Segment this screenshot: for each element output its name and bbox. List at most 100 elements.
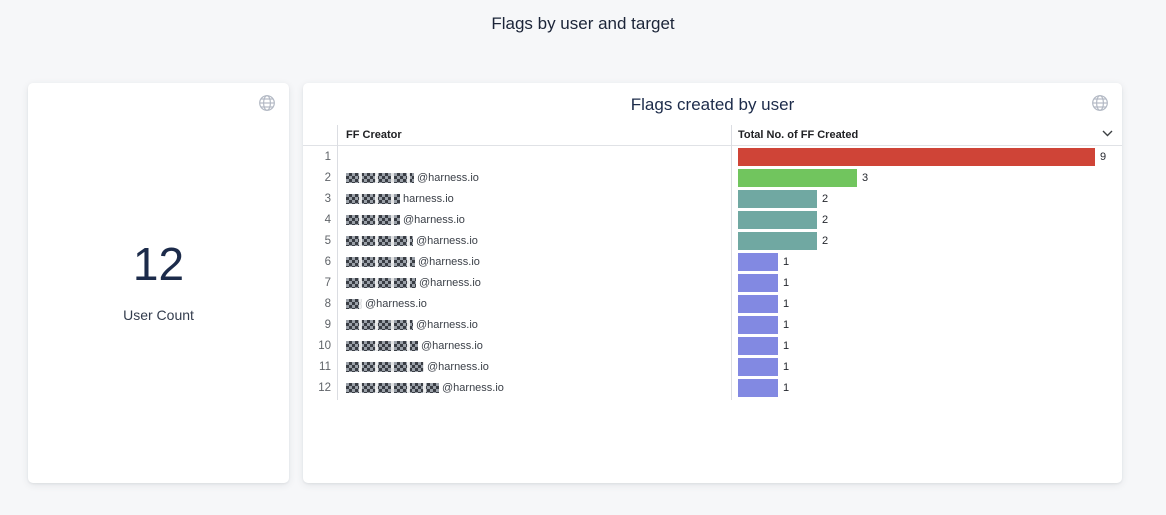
bar-cell: 9 xyxy=(731,148,1122,166)
value-bar[interactable] xyxy=(738,337,778,355)
redacted-email xyxy=(346,236,413,246)
row-index: 2 xyxy=(303,172,337,184)
email-domain: @harness.io xyxy=(442,382,504,394)
bar-value-label: 1 xyxy=(783,277,789,289)
row-index: 10 xyxy=(303,340,337,352)
creator-cell: @harness.io xyxy=(337,319,731,331)
table-body: 1 9 2 @harness.io 3 3 harness.io 2 4 @ha… xyxy=(303,146,1122,398)
email-domain: @harness.io xyxy=(418,256,480,268)
table-row[interactable]: 3 harness.io 2 xyxy=(303,188,1122,209)
total-ff-column-header[interactable]: Total No. of FF Created xyxy=(731,125,1122,145)
creator-cell: @harness.io xyxy=(337,382,731,394)
user-count-card: 12 User Count xyxy=(28,83,289,483)
redacted-email xyxy=(346,173,414,183)
bar-cell: 2 xyxy=(731,232,1122,250)
column-divider xyxy=(731,125,732,400)
value-bar[interactable] xyxy=(738,358,778,376)
redacted-email xyxy=(346,383,439,393)
row-index: 3 xyxy=(303,193,337,205)
table-row[interactable]: 11 @harness.io 1 xyxy=(303,356,1122,377)
table-row[interactable]: 10 @harness.io 1 xyxy=(303,335,1122,356)
column-divider xyxy=(337,125,338,400)
creator-cell: @harness.io xyxy=(337,340,731,352)
row-index: 12 xyxy=(303,382,337,394)
bar-value-label: 1 xyxy=(783,340,789,352)
bar-cell: 2 xyxy=(731,211,1122,229)
email-domain: @harness.io xyxy=(403,214,465,226)
bar-value-label: 1 xyxy=(783,256,789,268)
bar-value-label: 2 xyxy=(822,193,828,205)
table-row[interactable]: 12 @harness.io 1 xyxy=(303,377,1122,398)
table-row[interactable]: 7 @harness.io 1 xyxy=(303,272,1122,293)
row-index: 7 xyxy=(303,277,337,289)
table-row[interactable]: 5 @harness.io 2 xyxy=(303,230,1122,251)
row-index: 1 xyxy=(303,151,337,163)
bar-cell: 1 xyxy=(731,337,1122,355)
email-domain: @harness.io xyxy=(417,172,479,184)
bar-value-label: 1 xyxy=(783,382,789,394)
bar-value-label: 1 xyxy=(783,361,789,373)
value-bar[interactable] xyxy=(738,211,817,229)
value-bar[interactable] xyxy=(738,274,778,292)
flags-created-card: Flags created by user FF Creator Total N… xyxy=(303,83,1122,483)
creator-cell: @harness.io xyxy=(337,235,731,247)
row-index: 11 xyxy=(303,361,337,373)
bar-value-label: 3 xyxy=(862,172,868,184)
value-bar[interactable] xyxy=(738,232,817,250)
globe-icon[interactable] xyxy=(258,94,276,112)
bar-value-label: 9 xyxy=(1100,151,1106,163)
bar-cell: 1 xyxy=(731,379,1122,397)
row-index: 9 xyxy=(303,319,337,331)
bar-value-label: 1 xyxy=(783,319,789,331)
table-row[interactable]: 9 @harness.io 1 xyxy=(303,314,1122,335)
user-count-value: 12 xyxy=(28,239,289,290)
redacted-email xyxy=(346,320,413,330)
user-count-label: User Count xyxy=(28,307,289,323)
bar-cell: 3 xyxy=(731,169,1122,187)
value-bar[interactable] xyxy=(738,190,817,208)
bar-cell: 2 xyxy=(731,190,1122,208)
globe-icon[interactable] xyxy=(1091,94,1109,112)
redacted-email xyxy=(346,257,415,267)
chevron-down-icon[interactable] xyxy=(1102,130,1113,137)
creator-cell: @harness.io xyxy=(337,172,731,184)
bar-value-label: 2 xyxy=(822,235,828,247)
redacted-email xyxy=(346,362,424,372)
bar-cell: 1 xyxy=(731,274,1122,292)
creator-cell: @harness.io xyxy=(337,277,731,289)
row-index: 5 xyxy=(303,235,337,247)
tile-title: Flags created by user xyxy=(303,95,1122,115)
creator-cell: @harness.io xyxy=(337,298,731,310)
email-domain: @harness.io xyxy=(421,340,483,352)
bar-cell: 1 xyxy=(731,295,1122,313)
bar-cell: 1 xyxy=(731,316,1122,334)
total-ff-column-label: Total No. of FF Created xyxy=(738,129,858,141)
redacted-email xyxy=(346,299,362,309)
value-bar[interactable] xyxy=(738,379,778,397)
table-row[interactable]: 4 @harness.io 2 xyxy=(303,209,1122,230)
table-row[interactable]: 8 @harness.io 1 xyxy=(303,293,1122,314)
creator-cell: @harness.io xyxy=(337,256,731,268)
value-bar[interactable] xyxy=(738,148,1095,166)
value-bar[interactable] xyxy=(738,295,778,313)
bar-value-label: 1 xyxy=(783,298,789,310)
table-header: FF Creator Total No. of FF Created xyxy=(303,125,1122,146)
email-domain: @harness.io xyxy=(427,361,489,373)
value-bar[interactable] xyxy=(738,169,857,187)
redacted-email xyxy=(346,278,416,288)
ff-creator-column-header[interactable]: FF Creator xyxy=(337,129,731,141)
email-domain: harness.io xyxy=(403,193,454,205)
table-row[interactable]: 2 @harness.io 3 xyxy=(303,167,1122,188)
row-index: 8 xyxy=(303,298,337,310)
table-row[interactable]: 6 @harness.io 1 xyxy=(303,251,1122,272)
email-domain: @harness.io xyxy=(419,277,481,289)
creator-cell: @harness.io xyxy=(337,214,731,226)
creator-cell: @harness.io xyxy=(337,361,731,373)
row-index: 6 xyxy=(303,256,337,268)
page-title: Flags by user and target xyxy=(0,14,1166,34)
flags-table: FF Creator Total No. of FF Created 1 9 2… xyxy=(303,125,1122,398)
value-bar[interactable] xyxy=(738,316,778,334)
table-row[interactable]: 1 9 xyxy=(303,146,1122,167)
bar-cell: 1 xyxy=(731,253,1122,271)
value-bar[interactable] xyxy=(738,253,778,271)
